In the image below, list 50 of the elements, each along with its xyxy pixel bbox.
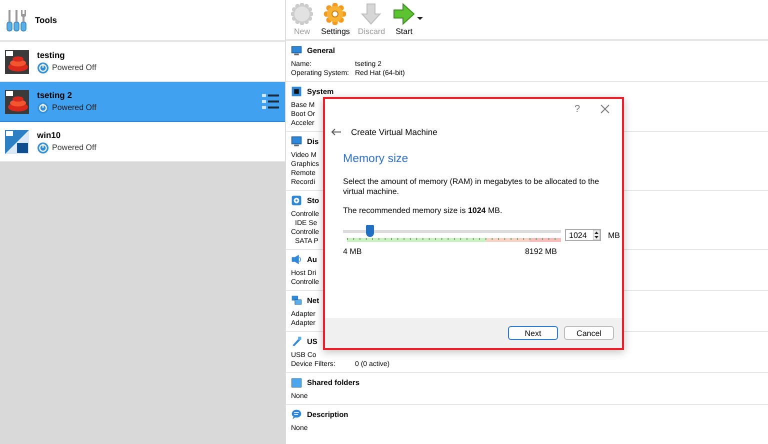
slider-thumb[interactable] [366, 225, 374, 237]
toolbar-button[interactable]: Settings [320, 3, 351, 36]
instruction-text: Select the amount of memory (RAM) in megabytes to be allocated to the virtual machine. [343, 177, 600, 197]
usb-icon [291, 336, 302, 347]
back-arrow-icon[interactable] [331, 128, 341, 136]
network-icon [291, 295, 302, 306]
dialog-button[interactable]: Cancel [564, 326, 614, 340]
unit-label: MB [608, 230, 620, 240]
caret-icon[interactable] [417, 17, 424, 20]
machine-item[interactable]: tseting 2 Powered Off [0, 82, 285, 122]
machine-item[interactable]: testing Powered Off [0, 42, 285, 82]
machine-name: tseting 2 [37, 90, 73, 100]
machine-state: Powered Off [52, 143, 96, 152]
memory-spinbox[interactable]: 1024 [565, 229, 601, 241]
memory-slider[interactable] [343, 225, 561, 245]
menu-icon[interactable] [262, 93, 279, 110]
machine-state: Powered Off [52, 63, 96, 72]
spin-arrows-icon [593, 230, 600, 240]
machine-name: win10 [37, 130, 62, 140]
folder-icon [291, 377, 302, 388]
machine-name: testing [37, 50, 66, 60]
power-icon [37, 142, 49, 154]
wizard-title: Create Virtual Machine [351, 127, 438, 137]
recommendation-text: The recommended memory size is 1024 MB. [343, 206, 504, 216]
page-title: Memory size [343, 153, 410, 165]
close-icon[interactable] [600, 104, 610, 114]
monitor-icon [291, 45, 302, 56]
redhat-vm-icon [5, 50, 29, 74]
speaker-icon [291, 254, 302, 265]
tools-icon [6, 8, 27, 32]
toolbar-button[interactable]: Start [392, 3, 416, 36]
dialog-button[interactable]: Next [508, 326, 558, 340]
power-icon [37, 102, 49, 114]
redhat-vm-icon [5, 90, 29, 114]
right-arrow-icon [393, 3, 416, 25]
tools-label[interactable]: Tools [35, 15, 58, 25]
max-label: 8192 MB [524, 247, 557, 256]
speech-bubble-icon [291, 409, 302, 420]
power-icon [37, 62, 49, 74]
monitor-icon [291, 136, 302, 147]
min-label: 4 MB [343, 247, 362, 256]
disk-icon [291, 195, 302, 206]
starburst-icon [291, 3, 313, 25]
windows-vm-icon [5, 130, 29, 154]
down-arrow-icon [360, 3, 382, 25]
help-button[interactable]: ? [574, 104, 580, 114]
machine-item[interactable]: win10 Powered Off [0, 122, 285, 162]
chip-icon [291, 86, 302, 97]
gear-icon [324, 3, 346, 25]
machine-state: Powered Off [52, 103, 96, 112]
